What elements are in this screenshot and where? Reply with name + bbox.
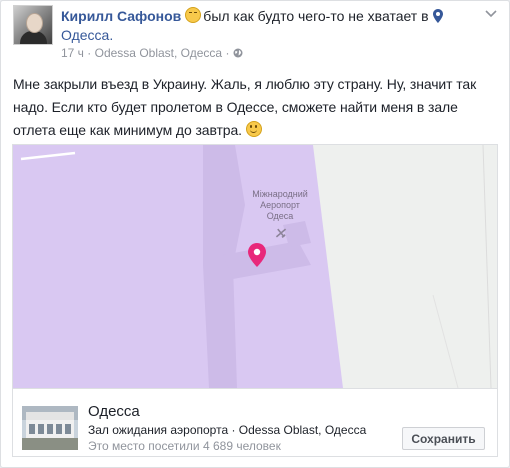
globe-icon[interactable] <box>233 48 243 58</box>
feeling-text: был как будто чего-то не хватает в <box>203 8 429 24</box>
place-info-bar: Одесса Зал ожидания аэропорта · Odessa O… <box>13 388 497 456</box>
post-card: Кирилл Сафонов был как будто чего-то не х… <box>0 0 510 468</box>
post-timestamp[interactable]: 17 ч <box>61 46 84 60</box>
smile-icon <box>245 121 262 137</box>
confused-face-icon <box>185 7 202 23</box>
location-link[interactable]: Одесса. <box>61 26 113 45</box>
place-category: Зал ожидания аэропорта · Odessa Oblast, … <box>88 423 367 437</box>
post-header: Кирилл Сафонов был как будто чего-то не х… <box>61 7 481 26</box>
map-place-label: Міжнародний Аеропорт Одеса <box>252 189 308 221</box>
airport-map[interactable] <box>13 145 498 388</box>
author-name-link[interactable]: Кирилл Сафонов <box>61 8 181 24</box>
location-pin-icon <box>432 9 443 23</box>
place-region-link[interactable]: Odessa Oblast, Одесса <box>95 46 222 60</box>
post-meta: 17 ч · Odessa Oblast, Одесса · <box>61 46 243 60</box>
place-name-link[interactable]: Одесса <box>88 403 140 421</box>
location-attachment[interactable]: Міжнародний Аеропорт Одеса Одесса Зал ож… <box>12 144 498 457</box>
save-button[interactable]: Сохранить <box>402 427 485 450</box>
place-thumbnail[interactable] <box>22 406 78 450</box>
post-body: Мне закрыли въезд в Украину. Жаль, я люб… <box>13 76 477 138</box>
chevron-down-icon[interactable] <box>485 10 497 18</box>
author-avatar[interactable] <box>13 5 53 45</box>
place-visits-count: Это место посетили 4 689 человек <box>88 439 281 453</box>
